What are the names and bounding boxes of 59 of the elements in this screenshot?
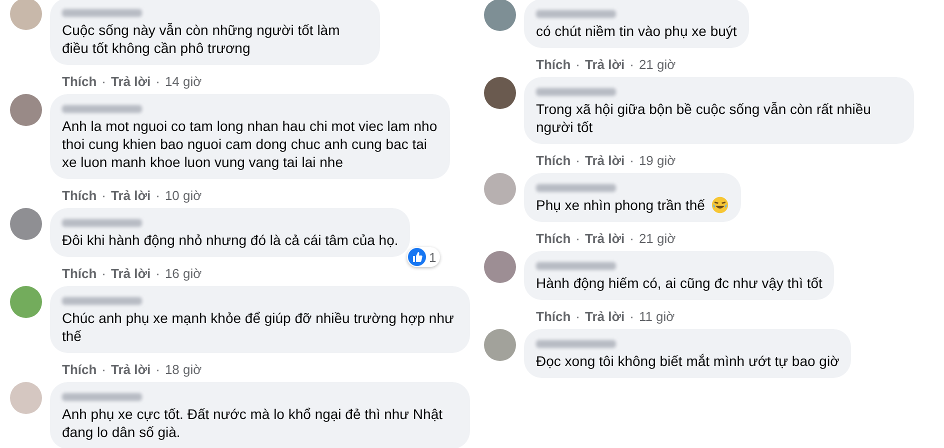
comment-time[interactable]: 21 giờ: [638, 56, 676, 72]
comment-action-link[interactable]: Trả lời: [111, 74, 151, 88]
separator-dot: ·: [102, 188, 106, 202]
separator-dot: ·: [630, 308, 634, 324]
comment-action-link[interactable]: Trả lời: [111, 188, 151, 202]
comment-time[interactable]: 18 giờ: [164, 362, 202, 376]
comment-action-link[interactable]: Trả lời: [585, 56, 625, 72]
separator-dot: ·: [102, 362, 106, 376]
comment-action-link[interactable]: Thích: [536, 230, 571, 246]
separator-dot: ·: [156, 188, 160, 202]
separator-dot: ·: [576, 56, 580, 72]
avatar[interactable]: [10, 94, 42, 126]
avatar[interactable]: [484, 77, 516, 109]
separator-dot: ·: [630, 230, 634, 246]
comment-action-link[interactable]: Thích: [536, 152, 571, 168]
comment-text: Trong xã hội giữa bộn bề cuộc sống vẫn còn rất nhiều người tốt: [536, 101, 871, 135]
separator-dot: ·: [576, 152, 580, 168]
separator-dot: ·: [156, 74, 160, 88]
comment-action-link[interactable]: Thích: [62, 74, 97, 88]
separator-dot: ·: [630, 56, 634, 72]
separator-dot: ·: [156, 266, 160, 280]
avatar[interactable]: [10, 208, 42, 240]
comment-action-link[interactable]: Thích: [62, 188, 97, 202]
avatar[interactable]: [484, 251, 516, 283]
comment-time[interactable]: 11 giờ: [638, 308, 675, 324]
comment-text: Anh la mot nguoi co tam long nhan hau chi mot viec lam nho thoi cung khien bao nguoi cam dong chuc anh cung bac tai xe luon manh khoe luon vung vang tai lai nhe: [62, 118, 438, 170]
comment-time[interactable]: 21 giờ: [638, 230, 676, 246]
comment-action-link[interactable]: Thích: [62, 362, 97, 376]
comment-action-link[interactable]: Trả lời: [585, 152, 625, 168]
laughing-emoji-icon: [710, 196, 729, 214]
separator-dot: ·: [156, 362, 160, 376]
comment-text: Hành động hiếm có, ai cũng đc như vậy thì tốt: [536, 275, 822, 291]
comment-time[interactable]: 14 giờ: [164, 74, 202, 88]
separator-dot: ·: [102, 266, 106, 280]
comment-text: Chúc anh phụ xe mạnh khỏe để giúp đỡ nhiều trường hợp như thế: [62, 310, 454, 344]
separator-dot: ·: [576, 308, 580, 324]
avatar[interactable]: [10, 286, 42, 318]
comment-time[interactable]: 19 giờ: [638, 152, 676, 168]
comment-action-link[interactable]: Trả lời: [585, 308, 625, 324]
comment-text: Đôi khi hành động nhỏ nhưng đó là cả cái tâm của họ.: [62, 232, 398, 248]
comment-action-link[interactable]: Thích: [536, 308, 571, 324]
comment-text: Đọc xong tôi không biết mắt mình ướt tự bao giờ: [536, 353, 840, 369]
avatar[interactable]: [484, 0, 516, 31]
comment-action-link[interactable]: Trả lời: [585, 230, 625, 246]
comment-text: Phụ xe nhìn phong trần thế: [536, 197, 705, 213]
reaction-badge[interactable]: 1: [407, 247, 440, 267]
thumbs-up-icon: [408, 248, 426, 266]
comment-action-link[interactable]: Trả lời: [111, 266, 151, 280]
comment-text: Cuộc sống này vẫn còn những người tốt làm điều tốt không cần phô trương: [62, 22, 340, 56]
comment-action-link[interactable]: Thích: [536, 56, 571, 72]
comment-action-link[interactable]: Trả lời: [111, 362, 151, 376]
comment-action-link[interactable]: Thích: [62, 266, 97, 280]
comment-text: Anh phụ xe cực tốt. Đất nước mà lo khổ ngại đẻ thì như Nhật đang lo dân số già.: [62, 406, 443, 440]
comment-time[interactable]: 16 giờ: [164, 266, 202, 280]
comment-text: có chút niềm tin vào phụ xe buýt: [536, 23, 737, 39]
separator-dot: ·: [102, 74, 106, 88]
comment-time[interactable]: 10 giờ: [164, 188, 202, 202]
separator-dot: ·: [630, 152, 634, 168]
separator-dot: ·: [576, 230, 580, 246]
